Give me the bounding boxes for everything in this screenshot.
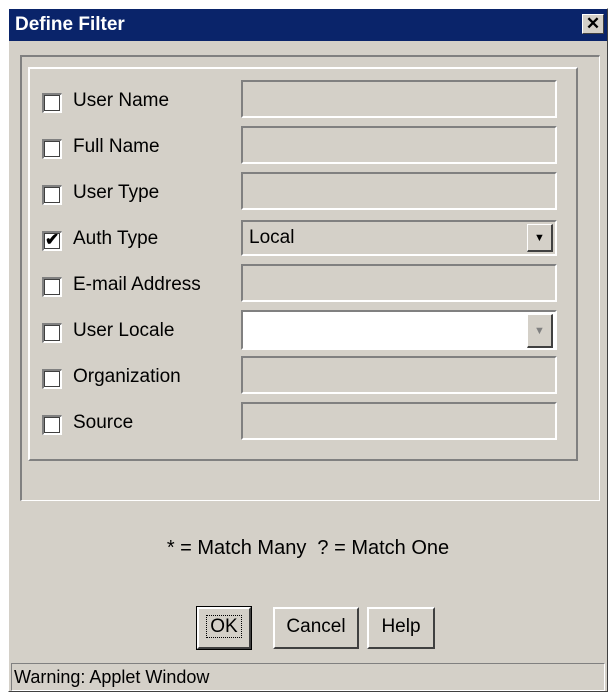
chevron-down-icon: ▼ <box>534 325 545 337</box>
full-name-input[interactable] <box>241 126 557 164</box>
source-input[interactable] <box>241 402 557 440</box>
ok-button-label: OK <box>206 615 242 638</box>
wildcard-hint: * = Match Many ? = Match One <box>166 537 450 559</box>
email-address-input[interactable] <box>241 264 557 302</box>
checkmark-icon: ✔ <box>45 230 60 249</box>
title-bar[interactable]: Define Filter ✕ <box>9 9 607 41</box>
define-filter-dialog: Define Filter ✕ User Name Full Name User… <box>8 8 608 692</box>
user-locale-dropdown-button[interactable]: ▼ <box>527 314 553 348</box>
help-button[interactable]: Help <box>367 607 435 649</box>
auth-type-dropdown-button[interactable]: ▼ <box>527 224 553 252</box>
email-address-label: E-mail Address <box>73 274 201 295</box>
source-label: Source <box>73 412 134 433</box>
cancel-button[interactable]: Cancel <box>273 607 359 649</box>
user-locale-checkbox[interactable] <box>42 323 62 343</box>
user-name-checkbox[interactable] <box>42 93 62 113</box>
ok-button[interactable]: OK <box>196 606 252 650</box>
organization-input[interactable] <box>241 356 557 394</box>
organization-checkbox[interactable] <box>42 369 62 389</box>
email-address-checkbox[interactable] <box>42 277 62 297</box>
auth-type-label: Auth Type <box>73 228 159 249</box>
close-icon: ✕ <box>585 14 601 33</box>
full-name-label: Full Name <box>73 136 160 157</box>
close-button[interactable]: ✕ <box>582 14 604 34</box>
organization-label: Organization <box>73 366 181 387</box>
auth-type-checkbox[interactable]: ✔ <box>42 230 62 251</box>
user-type-checkbox[interactable] <box>42 185 62 205</box>
source-checkbox[interactable] <box>42 415 62 435</box>
user-type-input[interactable] <box>241 172 557 210</box>
dialog-title: Define Filter <box>15 14 125 35</box>
user-name-label: User Name <box>73 90 170 111</box>
auth-type-value: Local <box>249 227 295 248</box>
user-type-label: User Type <box>73 182 160 203</box>
auth-type-select[interactable]: Local ▼ <box>241 220 557 256</box>
user-name-input[interactable] <box>241 80 557 118</box>
user-locale-select[interactable]: ▼ <box>241 310 557 350</box>
full-name-checkbox[interactable] <box>42 139 62 159</box>
chevron-down-icon: ▼ <box>534 232 545 244</box>
user-locale-label: User Locale <box>73 320 175 341</box>
status-bar: Warning: Applet Window <box>11 663 605 691</box>
